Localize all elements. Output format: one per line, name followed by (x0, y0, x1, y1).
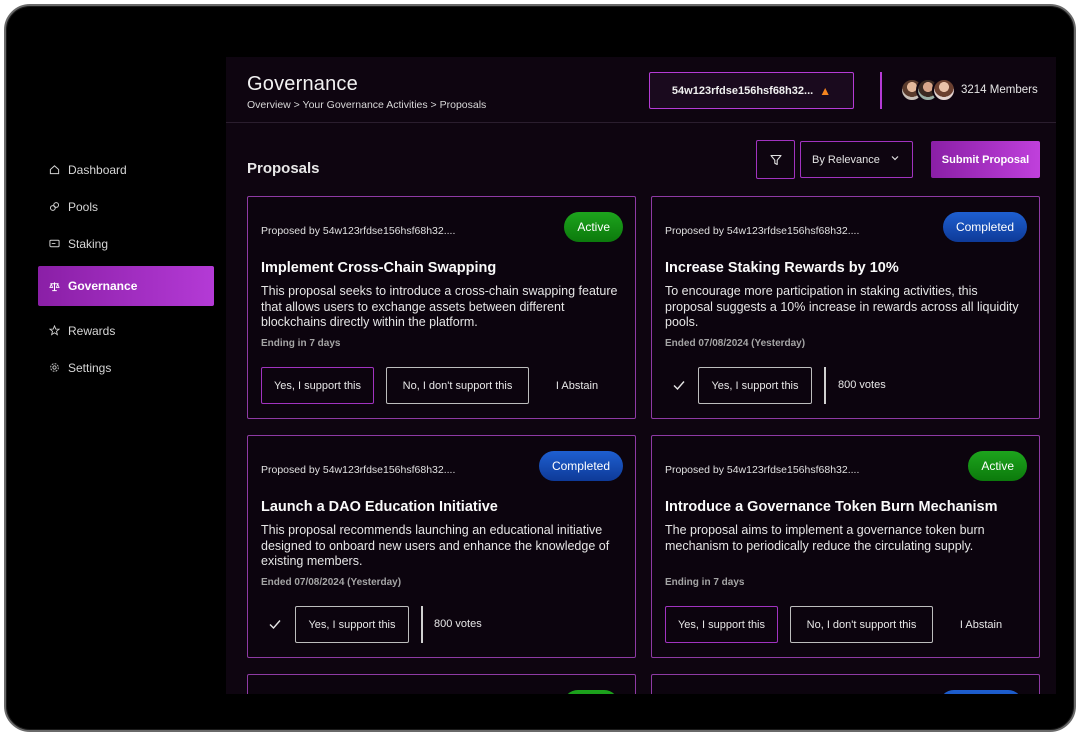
status-badge: Active (564, 212, 623, 242)
vote-count: 800 votes (434, 618, 482, 630)
sidebar-item-label: Governance (68, 279, 138, 293)
proposal-timing: Ended 07/08/2024 (Yesterday) (665, 338, 806, 349)
star-icon (48, 325, 60, 337)
proposal-title: Launch a DAO Education Initiative (261, 499, 498, 515)
header: Governance Overview > Your Governance Ac… (226, 57, 1056, 123)
metamask-fox-icon: ▲ (819, 83, 832, 98)
link-icon (48, 201, 60, 213)
members-count: 3214 Members (961, 84, 1038, 96)
proposer-text: Proposed by 54w123rfdse156hsf68h32.... (665, 464, 860, 476)
proposer-text: Proposed by 54w123rfdse156hsf68h32.... (261, 225, 456, 237)
header-divider (880, 72, 882, 109)
sidebar-item-dashboard[interactable]: Dashboard (38, 151, 214, 188)
main-panel: Governance Overview > Your Governance Ac… (226, 57, 1056, 694)
check-icon (269, 620, 281, 630)
status-badge: Completed (942, 212, 1027, 242)
proposal-title: Introduce a Governance Token Burn Mechan… (665, 499, 998, 515)
vote-no-button[interactable]: No, I don't support this (790, 606, 933, 643)
vote-divider (824, 367, 826, 404)
proposal-card: Proposed by 54w123rfdse156hsf68h32.... A… (651, 435, 1040, 658)
sidebar-item-governance[interactable]: Governance (38, 266, 214, 306)
sidebar-item-staking[interactable]: Staking (38, 225, 214, 262)
section-title: Proposals (247, 160, 320, 177)
sidebar-item-settings[interactable]: Settings (38, 349, 214, 386)
proposal-description: The proposal aims to implement a governa… (665, 523, 985, 553)
proposer-text: Proposed by 54w123rfdse156hsf68h32.... (665, 225, 860, 237)
proposal-description: This proposal recommends launching an ed… (261, 523, 610, 568)
status-badge (939, 690, 1023, 694)
proposal-card: Proposed by 54w123rfdse156hsf68h32.... C… (651, 196, 1040, 419)
proposer-text: Proposed by 54w123rfdse156hsf68h32.... (261, 464, 456, 476)
sidebar-item-label: Staking (68, 236, 109, 251)
filter-button[interactable] (756, 140, 795, 179)
voted-choice-button[interactable]: Yes, I support this (698, 367, 812, 404)
vote-no-button[interactable]: No, I don't support this (386, 367, 529, 404)
abstain-button[interactable]: I Abstain (542, 367, 612, 404)
wallet-address-button[interactable]: 54w123rfdse156hsf68h32... ▲ (649, 72, 854, 109)
proposal-card (247, 674, 636, 694)
vote-yes-button[interactable]: Yes, I support this (261, 367, 374, 404)
sidebar-item-rewards[interactable]: Rewards (38, 312, 214, 349)
device-frame: Dashboard Pools Staking Governance Rewar… (4, 4, 1076, 732)
sidebar: Dashboard Pools Staking Governance Rewar… (38, 151, 214, 386)
proposal-description: This proposal seeks to introduce a cross… (261, 284, 618, 329)
wallet-address: 54w123rfdse156hsf68h32... (671, 84, 814, 97)
sidebar-item-label: Pools (68, 199, 99, 214)
proposal-timing: Ended 07/08/2024 (Yesterday) (261, 577, 402, 588)
gear-icon (48, 362, 60, 374)
chevron-down-icon (891, 156, 899, 161)
proposal-timing: Ending in 7 days (665, 577, 745, 588)
breadcrumb[interactable]: Overview > Your Governance Activities > … (247, 99, 486, 111)
member-avatars[interactable] (900, 78, 956, 102)
proposal-card: Proposed by 54w123rfdse156hsf68h32.... C… (247, 435, 636, 658)
proposal-timing: Ending in 7 days (261, 338, 341, 349)
avatar (932, 78, 956, 102)
vote-yes-button[interactable]: Yes, I support this (665, 606, 778, 643)
proposal-description: To encourage more participation in staki… (665, 284, 1019, 329)
proposal-card (651, 674, 1040, 694)
sidebar-item-pools[interactable]: Pools (38, 188, 214, 225)
voted-choice-button[interactable]: Yes, I support this (295, 606, 409, 643)
submit-proposal-button[interactable]: Submit Proposal (931, 141, 1040, 178)
card-icon (48, 238, 60, 250)
sort-value: By Relevance (812, 153, 880, 166)
proposal-title: Increase Staking Rewards by 10% (665, 260, 899, 276)
page-title: Governance (247, 73, 358, 95)
proposal-card: Proposed by 54w123rfdse156hsf68h32.... A… (247, 196, 636, 419)
sidebar-item-label: Rewards (68, 323, 116, 338)
proposal-title: Implement Cross-Chain Swapping (261, 260, 497, 276)
home-icon (48, 164, 60, 176)
filter-icon (769, 154, 782, 165)
vote-count: 800 votes (838, 379, 886, 391)
check-icon (673, 381, 685, 391)
status-badge (563, 690, 619, 694)
vote-divider (421, 606, 423, 643)
sidebar-item-label: Dashboard (68, 162, 127, 177)
scales-icon (48, 280, 60, 292)
sort-dropdown[interactable]: By Relevance (800, 141, 913, 178)
sidebar-item-label: Settings (68, 360, 112, 375)
status-badge: Active (968, 451, 1027, 481)
abstain-button[interactable]: I Abstain (946, 606, 1016, 643)
status-badge: Completed (538, 451, 623, 481)
